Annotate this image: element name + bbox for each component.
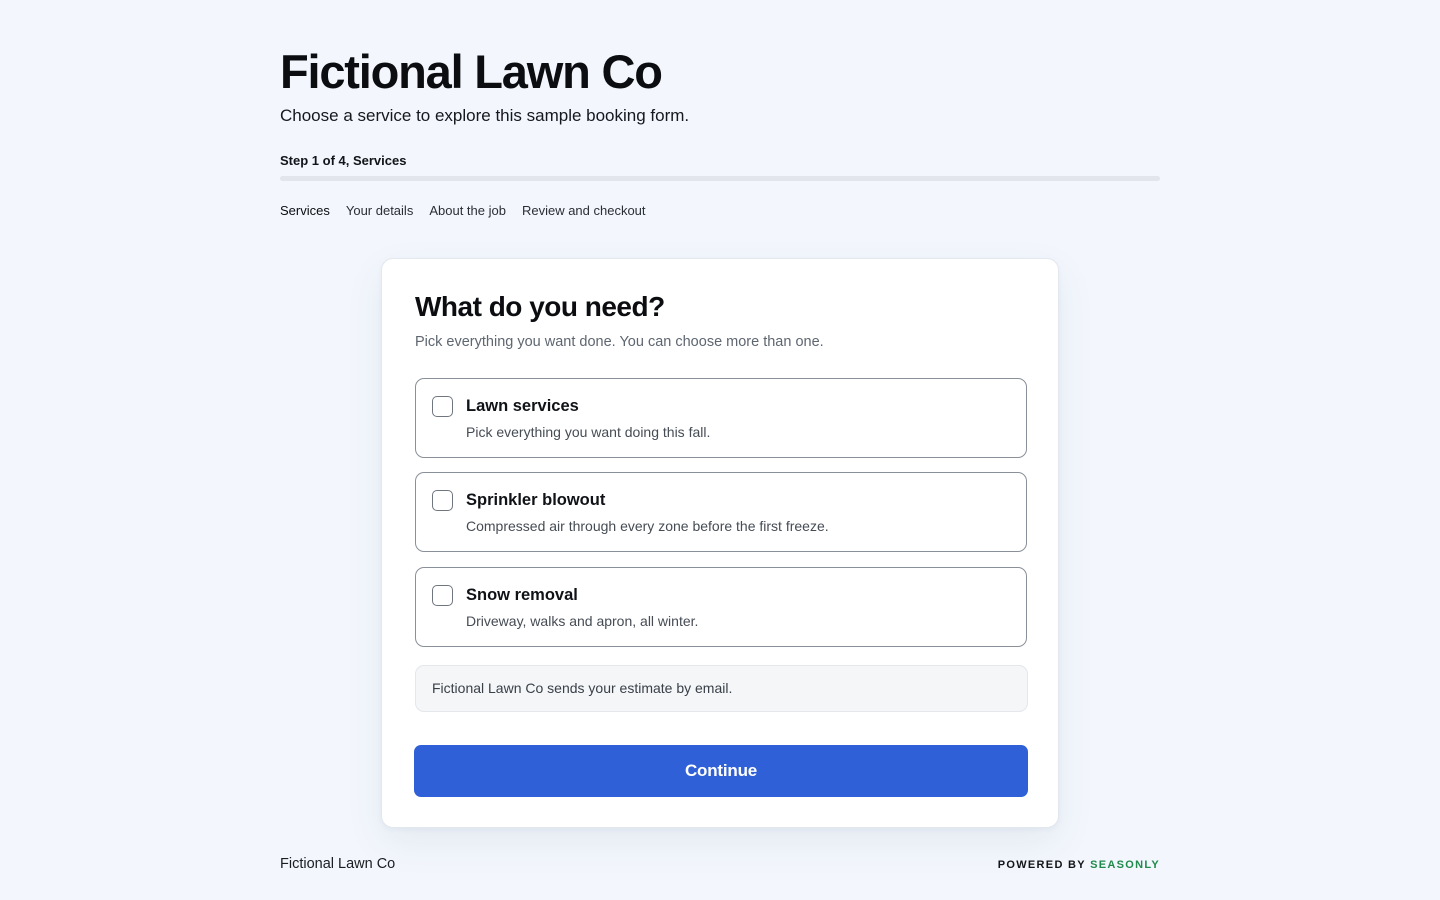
service-option-lawn-services[interactable]: Lawn services Pick everything you want d… (415, 378, 1027, 458)
step-nav-review-and-checkout[interactable]: Review and checkout (522, 202, 646, 219)
estimate-info-notice: Fictional Lawn Co sends your estimate by… (415, 665, 1028, 712)
step-nav-services[interactable]: Services (280, 202, 330, 219)
step-nav-about-the-job[interactable]: About the job (429, 202, 506, 219)
step-navigation: Services Your details About the job Revi… (280, 202, 646, 219)
sprinkler-blowout-checkbox[interactable] (432, 490, 453, 511)
powered-by: POWERED BY SEASONLY (998, 858, 1160, 872)
step-nav-your-details[interactable]: Your details (346, 202, 413, 219)
option-description: Pick everything you want doing this fall… (466, 424, 711, 440)
page-title: Fictional Lawn Co (280, 45, 663, 98)
option-title: Sprinkler blowout (466, 491, 606, 509)
service-option-snow-removal[interactable]: Snow removal Driveway, walks and apron, … (415, 567, 1027, 647)
lawn-services-checkbox[interactable] (432, 396, 453, 417)
page-subtitle: Choose a service to explore this sample … (280, 106, 690, 125)
powered-by-prefix: POWERED BY (997, 859, 1086, 871)
continue-button[interactable]: Continue (414, 745, 1028, 797)
service-option-sprinkler-blowout[interactable]: Sprinkler blowout Compressed air through… (415, 472, 1027, 552)
option-description: Compressed air through every zone before… (466, 518, 829, 534)
step-indicator: Step 1 of 4, Services (280, 153, 407, 168)
option-title: Snow removal (466, 586, 578, 604)
progress-bar (280, 176, 1160, 181)
snow-removal-checkbox[interactable] (432, 585, 453, 606)
option-title: Lawn services (466, 397, 579, 415)
card-title: What do you need? (415, 291, 665, 322)
services-card: What do you need? Pick everything you wa… (381, 258, 1059, 828)
booking-page: Fictional Lawn Co Choose a service to ex… (280, 0, 1160, 900)
option-description: Driveway, walks and apron, all winter. (466, 613, 699, 629)
card-subtitle: Pick everything you want done. You can c… (415, 334, 824, 350)
footer-brand: Fictional Lawn Co (280, 856, 396, 872)
powered-by-brand-link[interactable]: SEASONLY (1090, 859, 1160, 871)
